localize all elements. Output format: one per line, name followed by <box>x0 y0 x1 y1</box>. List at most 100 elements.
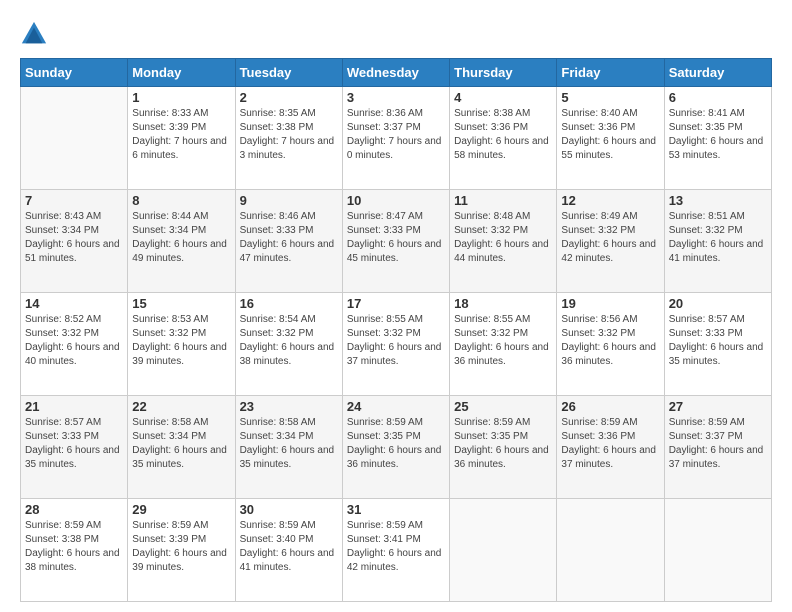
calendar-cell: 20 Sunrise: 8:57 AMSunset: 3:33 PMDayligh… <box>664 293 771 396</box>
calendar-week-row: 7 Sunrise: 8:43 AMSunset: 3:34 PMDaylight… <box>21 190 772 293</box>
calendar-cell: 23Sunrise: 8:58 AMSunset: 3:34 PMDayligh… <box>235 396 342 499</box>
weekday-header: Tuesday <box>235 59 342 87</box>
day-number: 3 <box>347 90 445 105</box>
day-number: 27 <box>669 399 767 414</box>
calendar-cell: 17 Sunrise: 8:55 AMSunset: 3:32 PMDayligh… <box>342 293 449 396</box>
calendar-cell: 10 Sunrise: 8:47 AMSunset: 3:33 PMDayligh… <box>342 190 449 293</box>
day-number: 9 <box>240 193 338 208</box>
day-number: 17 <box>347 296 445 311</box>
day-info: Sunrise: 8:55 AMSunset: 3:32 PMDaylight:… <box>347 313 445 369</box>
calendar-cell: 13 Sunrise: 8:51 AMSunset: 3:32 PMDayligh… <box>664 190 771 293</box>
day-number: 6 <box>669 90 767 105</box>
day-info: Sunrise: 8:59 AMSunset: 3:38 PMDaylight:… <box>25 519 123 575</box>
calendar-cell: 21 Sunrise: 8:57 AMSunset: 3:33 PMDayligh… <box>21 396 128 499</box>
calendar-cell: 7 Sunrise: 8:43 AMSunset: 3:34 PMDaylight… <box>21 190 128 293</box>
day-info: Sunrise: 8:46 AMSunset: 3:33 PMDaylight:… <box>240 210 338 266</box>
calendar-cell: 6Sunrise: 8:41 AMSunset: 3:35 PMDaylight… <box>664 87 771 190</box>
day-info: Sunrise: 8:35 AMSunset: 3:38 PMDaylight:… <box>240 107 338 163</box>
day-number: 2 <box>240 90 338 105</box>
day-number: 11 <box>454 193 552 208</box>
calendar-cell: 31 Sunrise: 8:59 AMSunset: 3:41 PMDayligh… <box>342 499 449 602</box>
day-info: Sunrise: 8:44 AMSunset: 3:34 PMDaylight:… <box>132 210 230 266</box>
calendar-cell: 4 Sunrise: 8:38 AMSunset: 3:36 PMDaylight… <box>450 87 557 190</box>
day-info: Sunrise: 8:51 AMSunset: 3:32 PMDaylight:… <box>669 210 767 266</box>
calendar-cell: 25 Sunrise: 8:59 AMSunset: 3:35 PMDayligh… <box>450 396 557 499</box>
day-number: 31 <box>347 502 445 517</box>
calendar-cell: 27 Sunrise: 8:59 AMSunset: 3:37 PMDayligh… <box>664 396 771 499</box>
calendar-cell: 30 Sunrise: 8:59 AMSunset: 3:40 PMDayligh… <box>235 499 342 602</box>
day-number: 21 <box>25 399 123 414</box>
calendar-cell: 5 Sunrise: 8:40 AMSunset: 3:36 PMDaylight… <box>557 87 664 190</box>
calendar-cell: 9 Sunrise: 8:46 AMSunset: 3:33 PMDaylight… <box>235 190 342 293</box>
day-info: Sunrise: 8:52 AMSunset: 3:32 PMDaylight:… <box>25 313 123 369</box>
day-number: 30 <box>240 502 338 517</box>
calendar-cell: 18Sunrise: 8:55 AMSunset: 3:32 PMDayligh… <box>450 293 557 396</box>
calendar-header-row: SundayMondayTuesdayWednesdayThursdayFrid… <box>21 59 772 87</box>
day-number: 24 <box>347 399 445 414</box>
day-info: Sunrise: 8:58 AMSunset: 3:34 PMDaylight:… <box>132 416 230 472</box>
day-info: Sunrise: 8:36 AMSunset: 3:37 PMDaylight:… <box>347 107 445 163</box>
calendar-cell: 15 Sunrise: 8:53 AMSunset: 3:32 PMDayligh… <box>128 293 235 396</box>
calendar-cell: 16Sunrise: 8:54 AMSunset: 3:32 PMDayligh… <box>235 293 342 396</box>
day-number: 4 <box>454 90 552 105</box>
day-info: Sunrise: 8:40 AMSunset: 3:36 PMDaylight:… <box>561 107 659 163</box>
weekday-header: Friday <box>557 59 664 87</box>
day-info: Sunrise: 8:43 AMSunset: 3:34 PMDaylight:… <box>25 210 123 266</box>
calendar-cell: 2 Sunrise: 8:35 AMSunset: 3:38 PMDaylight… <box>235 87 342 190</box>
day-info: Sunrise: 8:59 AMSunset: 3:35 PMDaylight:… <box>454 416 552 472</box>
day-info: Sunrise: 8:38 AMSunset: 3:36 PMDaylight:… <box>454 107 552 163</box>
weekday-header: Sunday <box>21 59 128 87</box>
calendar-cell <box>450 499 557 602</box>
day-number: 5 <box>561 90 659 105</box>
calendar-cell: 29Sunrise: 8:59 AMSunset: 3:39 PMDayligh… <box>128 499 235 602</box>
day-number: 28 <box>25 502 123 517</box>
day-info: Sunrise: 8:56 AMSunset: 3:32 PMDaylight:… <box>561 313 659 369</box>
calendar-cell: 22 Sunrise: 8:58 AMSunset: 3:34 PMDayligh… <box>128 396 235 499</box>
calendar-cell: 8Sunrise: 8:44 AMSunset: 3:34 PMDaylight… <box>128 190 235 293</box>
calendar-cell: 3 Sunrise: 8:36 AMSunset: 3:37 PMDaylight… <box>342 87 449 190</box>
day-info: Sunrise: 8:49 AMSunset: 3:32 PMDaylight:… <box>561 210 659 266</box>
calendar-week-row: 28 Sunrise: 8:59 AMSunset: 3:38 PMDayligh… <box>21 499 772 602</box>
day-info: Sunrise: 8:59 AMSunset: 3:36 PMDaylight:… <box>561 416 659 472</box>
logo <box>20 20 52 48</box>
calendar-cell: 26Sunrise: 8:59 AMSunset: 3:36 PMDayligh… <box>557 396 664 499</box>
calendar-week-row: 21 Sunrise: 8:57 AMSunset: 3:33 PMDayligh… <box>21 396 772 499</box>
day-info: Sunrise: 8:47 AMSunset: 3:33 PMDaylight:… <box>347 210 445 266</box>
day-number: 13 <box>669 193 767 208</box>
day-info: Sunrise: 8:53 AMSunset: 3:32 PMDaylight:… <box>132 313 230 369</box>
calendar-cell: 11Sunrise: 8:48 AMSunset: 3:32 PMDayligh… <box>450 190 557 293</box>
calendar-cell <box>557 499 664 602</box>
day-info: Sunrise: 8:59 AMSunset: 3:37 PMDaylight:… <box>669 416 767 472</box>
day-number: 19 <box>561 296 659 311</box>
day-info: Sunrise: 8:59 AMSunset: 3:35 PMDaylight:… <box>347 416 445 472</box>
calendar-table: SundayMondayTuesdayWednesdayThursdayFrid… <box>20 58 772 602</box>
header <box>20 20 772 48</box>
calendar-cell <box>21 87 128 190</box>
calendar-cell: 12Sunrise: 8:49 AMSunset: 3:32 PMDayligh… <box>557 190 664 293</box>
day-number: 1 <box>132 90 230 105</box>
calendar-cell <box>664 499 771 602</box>
day-number: 29 <box>132 502 230 517</box>
calendar-cell: 28 Sunrise: 8:59 AMSunset: 3:38 PMDayligh… <box>21 499 128 602</box>
day-info: Sunrise: 8:59 AMSunset: 3:40 PMDaylight:… <box>240 519 338 575</box>
day-info: Sunrise: 8:58 AMSunset: 3:34 PMDaylight:… <box>240 416 338 472</box>
day-number: 10 <box>347 193 445 208</box>
day-info: Sunrise: 8:57 AMSunset: 3:33 PMDaylight:… <box>25 416 123 472</box>
calendar-cell: 24 Sunrise: 8:59 AMSunset: 3:35 PMDayligh… <box>342 396 449 499</box>
day-number: 25 <box>454 399 552 414</box>
day-number: 15 <box>132 296 230 311</box>
day-number: 22 <box>132 399 230 414</box>
calendar-week-row: 14Sunrise: 8:52 AMSunset: 3:32 PMDayligh… <box>21 293 772 396</box>
day-info: Sunrise: 8:59 AMSunset: 3:41 PMDaylight:… <box>347 519 445 575</box>
day-info: Sunrise: 8:55 AMSunset: 3:32 PMDaylight:… <box>454 313 552 369</box>
calendar-cell: 1 Sunrise: 8:33 AMSunset: 3:39 PMDaylight… <box>128 87 235 190</box>
day-info: Sunrise: 8:33 AMSunset: 3:39 PMDaylight:… <box>132 107 230 163</box>
day-number: 7 <box>25 193 123 208</box>
day-info: Sunrise: 8:54 AMSunset: 3:32 PMDaylight:… <box>240 313 338 369</box>
page: SundayMondayTuesdayWednesdayThursdayFrid… <box>0 0 792 612</box>
day-number: 20 <box>669 296 767 311</box>
calendar-cell: 14Sunrise: 8:52 AMSunset: 3:32 PMDayligh… <box>21 293 128 396</box>
day-info: Sunrise: 8:57 AMSunset: 3:33 PMDaylight:… <box>669 313 767 369</box>
calendar-week-row: 1 Sunrise: 8:33 AMSunset: 3:39 PMDaylight… <box>21 87 772 190</box>
weekday-header: Monday <box>128 59 235 87</box>
